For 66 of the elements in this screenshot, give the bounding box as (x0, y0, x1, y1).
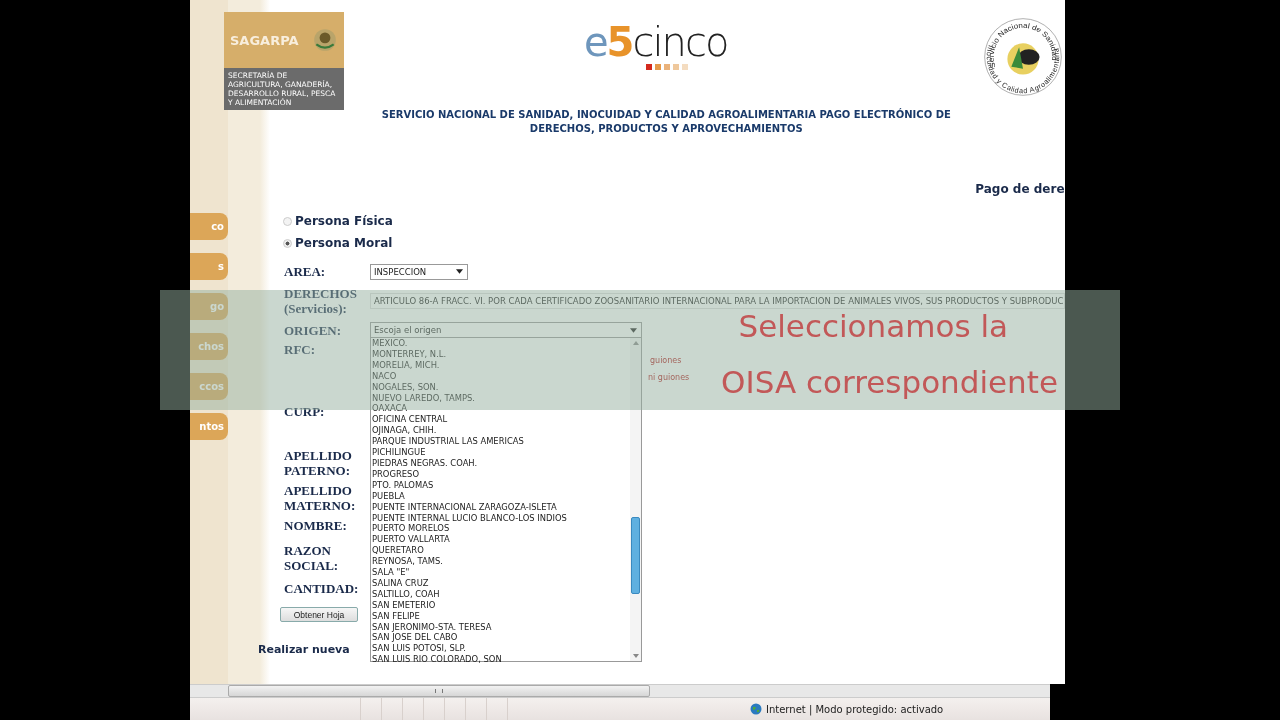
new-capture-link[interactable]: Realizar nueva (258, 643, 350, 656)
dropdown-option[interactable]: NOGALES, SON. (372, 381, 630, 393)
dropdown-option[interactable]: SAN JERONIMO-STA. TERESA (372, 621, 630, 633)
caret-icon (630, 327, 637, 333)
dropdown-option[interactable]: SAN FELIPE (372, 610, 630, 622)
field-label: APELLIDO PATERNO: (284, 448, 353, 478)
radio-button[interactable] (283, 238, 292, 248)
dropdown-option[interactable]: OAXACA (372, 403, 630, 415)
dropdown-option[interactable]: PARQUE INDUSTRIAL LAS AMERICAS (372, 436, 630, 448)
dropdown-option[interactable]: SAN LUIS RIO COLORADO, SON (372, 654, 630, 666)
dropdown-option[interactable]: MEXICO. (372, 338, 630, 349)
dropdown-option[interactable]: PROGRESO (372, 468, 630, 480)
caret-icon (456, 269, 463, 274)
field-label: APELLIDO MATERNO: (284, 483, 357, 513)
origen-select[interactable]: Escoja el origen (370, 322, 642, 338)
radio-label[interactable]: Persona Física (295, 214, 393, 228)
section-heading: Pago de dere (975, 182, 1065, 196)
brand-logo: e5cinco (584, 20, 728, 70)
dropdown-option[interactable]: PTO. PALOMAS (372, 479, 630, 491)
scrollbar[interactable] (190, 684, 1050, 697)
dropdown-option[interactable]: NUEVO LAREDO, TAMPS. (372, 392, 630, 404)
dropdown-option[interactable]: OJINAGA, CHIH. (372, 425, 630, 437)
dropdown-option[interactable]: SALTILLO, COAH (372, 588, 630, 600)
dropdown-option[interactable]: SALINA CRUZ (372, 577, 630, 589)
field-label: AREA: (284, 264, 327, 279)
field-label: NOMBRE: (284, 518, 348, 533)
dropdown-option[interactable]: SALA "E" (372, 567, 630, 578)
field-label: RFC: (284, 342, 317, 357)
dropdown-option[interactable]: MONTERREY, N.L. (372, 348, 630, 360)
field-label: CANTIDAD: (284, 581, 360, 596)
derechos-select[interactable]: ARTICULO 86-A FRACC. VI. POR CADA CERTIFICADO ZOOSANITARIO INTERNACIONAL PARA LA IMPORTACION DE ANIMALES VIVOS, SUS PRODUCTOS Y SUBPRODUC (370, 292, 1065, 309)
status-text: Internet | Modo protegido: activado (766, 703, 944, 715)
dropdown-option[interactable]: REYNOSA, TAMS. (372, 556, 630, 568)
field-label: DERECHOS (Servicios): (284, 285, 358, 316)
dropdown-option[interactable]: NACO (372, 370, 630, 382)
dropdown-option[interactable]: QUERETARO (372, 545, 630, 557)
obtain-button[interactable]: Obtener Hoja (280, 607, 358, 622)
scroll-up-icon[interactable] (632, 341, 639, 345)
dropdown-option[interactable]: SAN JOSE DEL CABO (372, 632, 630, 644)
field-label: RAZON SOCIAL: (284, 543, 340, 573)
dropdown-option[interactable]: PUERTO VALLARTA (372, 534, 630, 546)
emblem-icon (312, 27, 338, 53)
field-label: ORIGEN: (284, 322, 343, 338)
scroll-down-icon[interactable] (632, 654, 639, 658)
dropdown-option[interactable]: PUENTE INTERNAL LUCIO BLANCO-LOS INDIOS (372, 512, 630, 524)
scroll-thumb[interactable] (631, 517, 640, 594)
area-select[interactable]: INSPECCION (370, 263, 468, 280)
hint-text: ni guiones (648, 373, 690, 382)
scrollbar[interactable] (630, 338, 641, 661)
radio-label[interactable]: Persona Moral (295, 236, 393, 250)
dropdown-option[interactable]: OFICINA CENTRAL (372, 414, 630, 426)
page-title: SERVICIO NACIONAL DE SANIDAD, INOCUIDAD Y CALIDAD AGROALIMENTARIA PAGO ELECTRÓNICO DE DERECHOS, PRODUCTOS Y APROVECHAMIENTOS (380, 108, 952, 136)
dropdown-option[interactable]: PICHILINGUE (372, 447, 630, 458)
dropdown-option[interactable]: PUERTO MORELOS (372, 523, 630, 535)
dropdown-option[interactable]: PUENTE INTERNACIONAL ZARAGOZA-ISLETA (372, 501, 630, 513)
caption-text: OISA correspondiente (721, 364, 1058, 400)
dropdown-option[interactable]: SAN LUIS POTOSI, SLP. (372, 643, 630, 655)
dropdown-option[interactable]: MORELIA, MICH. (372, 359, 630, 371)
dropdown-option[interactable]: PUEBLA (372, 490, 630, 502)
dropdown-option[interactable]: SAN EMETERIO (372, 599, 630, 611)
radio-button[interactable] (283, 216, 292, 226)
dropdown-option[interactable]: PIEDRAS NEGRAS. COAH. (372, 457, 630, 469)
hint-text: guiones (650, 356, 683, 365)
globe-icon (750, 703, 762, 715)
caption-text: Seleccionamos la (738, 308, 1008, 344)
field-label: CURP: (284, 404, 326, 419)
